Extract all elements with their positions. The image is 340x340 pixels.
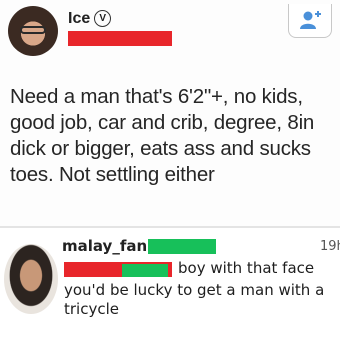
original-post: Ice V Need a man that's 6'2"+, no kids, g… bbox=[0, 0, 340, 228]
post-text: Need a man that's 6'2"+, no kids, good j… bbox=[10, 85, 315, 186]
poster-username-text: Ice bbox=[68, 10, 91, 27]
poster-avatar[interactable] bbox=[8, 6, 58, 56]
replier-avatar[interactable] bbox=[4, 244, 58, 314]
add-person-icon bbox=[300, 11, 321, 29]
reply-text-line1: boy with that face bbox=[178, 259, 315, 277]
reply-timestamp: 19h bbox=[320, 239, 340, 254]
reply-text-rest: you'd be lucky to get a man with a tricy… bbox=[64, 281, 325, 318]
redaction-bar bbox=[122, 264, 168, 277]
reply-comment: malay_fan 19h boy with that face you'd b… bbox=[0, 228, 340, 340]
replier-username[interactable]: malay_fan bbox=[62, 237, 147, 255]
redaction-bar bbox=[68, 31, 172, 46]
follow-button[interactable] bbox=[288, 4, 332, 38]
verified-badge-icon: V bbox=[94, 10, 112, 27]
glasses-icon bbox=[20, 26, 46, 34]
poster-username[interactable]: Ice V bbox=[68, 10, 112, 28]
redaction-bar bbox=[148, 239, 216, 254]
